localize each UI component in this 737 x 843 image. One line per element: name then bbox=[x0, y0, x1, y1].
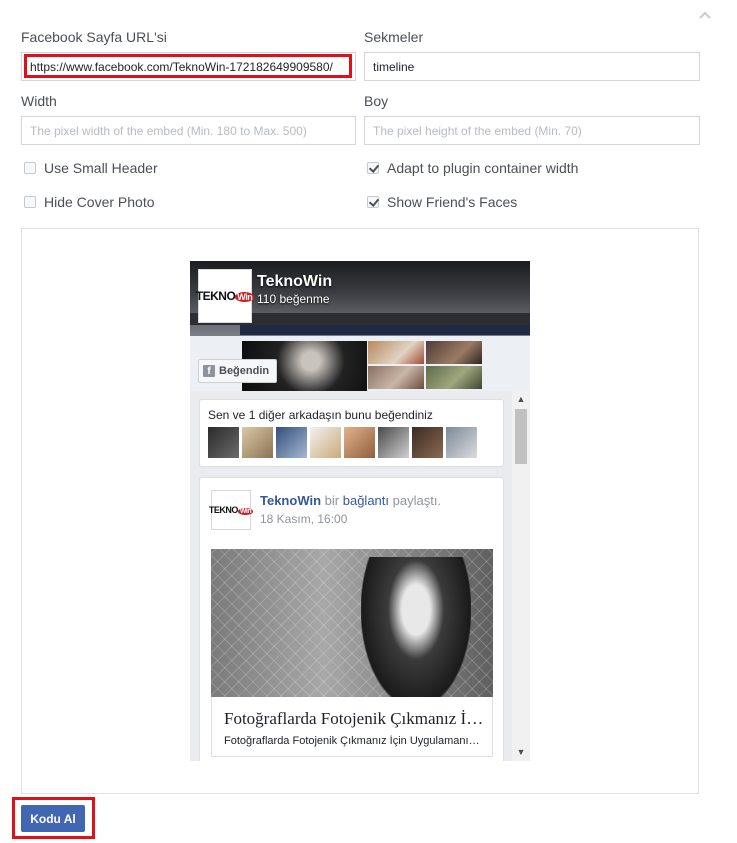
friend-avatar[interactable] bbox=[446, 427, 477, 458]
tabs-input[interactable] bbox=[364, 52, 700, 81]
friend-avatar[interactable] bbox=[412, 427, 443, 458]
cover-photo: TEKNO Win TeknoWin 110 beğenme f Beğendin bbox=[190, 261, 530, 391]
like-button-label: Beğendin bbox=[219, 365, 270, 377]
friend-avatar[interactable] bbox=[242, 427, 273, 458]
friend-avatar[interactable] bbox=[310, 427, 341, 458]
show-faces-option[interactable]: Show Friend's Faces bbox=[367, 193, 517, 211]
feed-scrollbar[interactable]: ▲ ▼ bbox=[512, 391, 530, 761]
cover-ticker-strip bbox=[240, 325, 530, 335]
small-header-option[interactable]: Use Small Header bbox=[24, 159, 158, 177]
friends-like-text: Sen ve 1 diğer arkadaşın bunu beğendiniz bbox=[208, 408, 433, 422]
cover-thumb bbox=[368, 341, 424, 364]
cover-thumb bbox=[426, 366, 482, 389]
adapt-width-option[interactable]: Adapt to plugin container width bbox=[367, 159, 578, 177]
post-author[interactable]: TeknoWin bbox=[260, 493, 321, 508]
height-input[interactable] bbox=[364, 116, 700, 145]
post-image[interactable] bbox=[211, 549, 493, 697]
small-header-checkbox[interactable] bbox=[24, 162, 36, 174]
post-card: TEKNO Win TeknoWin bir bağlantı paylaştı.… bbox=[199, 477, 504, 761]
cover-thumb bbox=[368, 366, 424, 389]
like-button[interactable]: f Beğendin bbox=[198, 359, 278, 383]
hide-cover-checkbox[interactable] bbox=[24, 196, 36, 208]
scrollbar-thumb[interactable] bbox=[515, 409, 527, 464]
link-description: Fotoğraflarda Fotojenik Çıkmanız İçin Uy… bbox=[224, 735, 484, 747]
height-label: Boy bbox=[364, 93, 389, 109]
width-label: Width bbox=[21, 93, 57, 109]
link-title: Fotoğraflarda Fotojenik Çıkmanız İçin Uy… bbox=[224, 709, 484, 728]
post-image-portrait bbox=[361, 557, 471, 697]
url-highlight bbox=[24, 54, 352, 78]
page-plugin-preview: TEKNO Win TeknoWin 110 beğenme f Beğendin… bbox=[190, 261, 530, 761]
post-author-logo[interactable]: TEKNO Win bbox=[208, 490, 254, 530]
friend-avatar[interactable] bbox=[378, 427, 409, 458]
friend-avatar[interactable] bbox=[276, 427, 307, 458]
hide-cover-label: Hide Cover Photo bbox=[44, 194, 155, 210]
post-link-word[interactable]: bağlantı bbox=[343, 493, 389, 508]
chevron-up-icon[interactable] bbox=[698, 10, 712, 20]
post-logo-text: TEKNO Win bbox=[208, 505, 254, 515]
url-label: Facebook Sayfa URL'si bbox=[21, 29, 167, 45]
adapt-width-label: Adapt to plugin container width bbox=[387, 160, 579, 176]
small-header-label: Use Small Header bbox=[44, 160, 158, 176]
link-preview[interactable]: Fotoğraflarda Fotojenik Çıkmanız İçin Uy… bbox=[211, 697, 493, 757]
tabs-label: Sekmeler bbox=[364, 29, 424, 45]
cover-thumb bbox=[426, 341, 482, 364]
scroll-up-icon[interactable]: ▲ bbox=[516, 394, 526, 404]
friends-card: Sen ve 1 diğer arkadaşın bunu beğendiniz bbox=[199, 399, 504, 467]
hide-cover-option[interactable]: Hide Cover Photo bbox=[24, 193, 155, 211]
page-logo[interactable]: TEKNO Win bbox=[195, 269, 255, 323]
show-faces-checkbox[interactable] bbox=[367, 196, 379, 208]
post-date[interactable]: 18 Kasım, 16:00 bbox=[260, 512, 347, 526]
page-likes-count: 110 beğenme bbox=[257, 292, 330, 306]
facebook-icon: f bbox=[203, 365, 215, 377]
show-faces-label: Show Friend's Faces bbox=[387, 194, 518, 210]
scroll-down-icon[interactable]: ▼ bbox=[516, 747, 526, 757]
adapt-width-checkbox[interactable] bbox=[367, 162, 379, 174]
width-input[interactable] bbox=[21, 116, 356, 145]
friend-avatar[interactable] bbox=[344, 427, 375, 458]
page-name[interactable]: TeknoWin bbox=[257, 273, 332, 291]
timeline-feed[interactable]: Sen ve 1 diğer arkadaşın bunu beğendiniz… bbox=[190, 391, 510, 761]
logo-text: TEKNO Win bbox=[195, 289, 255, 303]
post-header: TeknoWin bir bağlantı paylaştı. bbox=[260, 493, 442, 508]
button-highlight bbox=[12, 797, 95, 839]
friend-avatar[interactable] bbox=[208, 427, 239, 458]
